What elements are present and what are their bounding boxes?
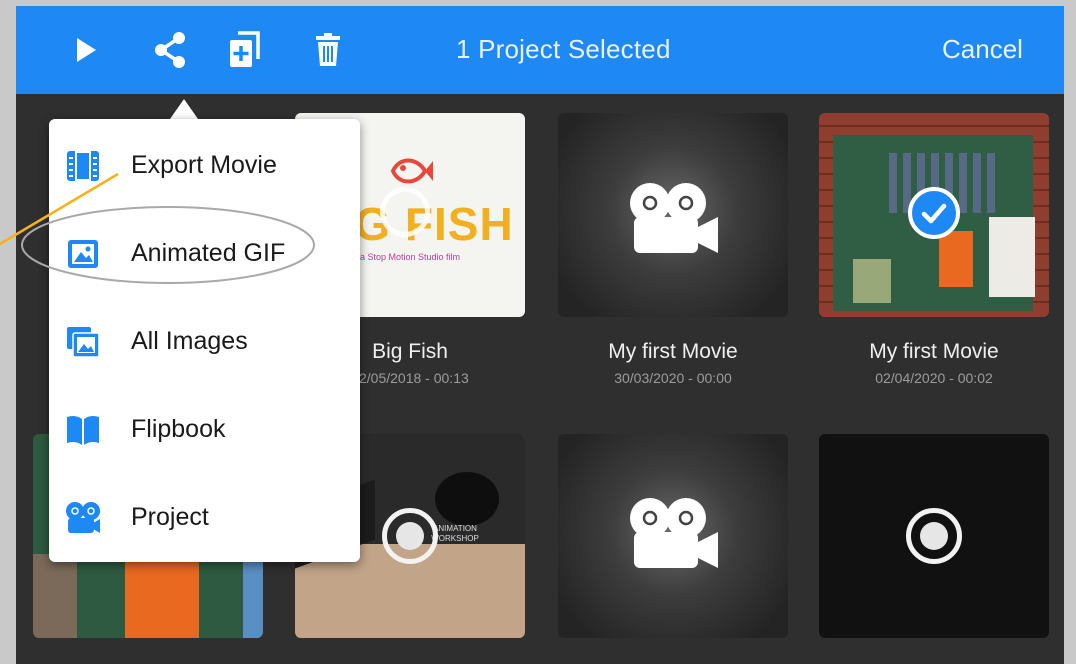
annotation-overlay xyxy=(0,172,315,284)
